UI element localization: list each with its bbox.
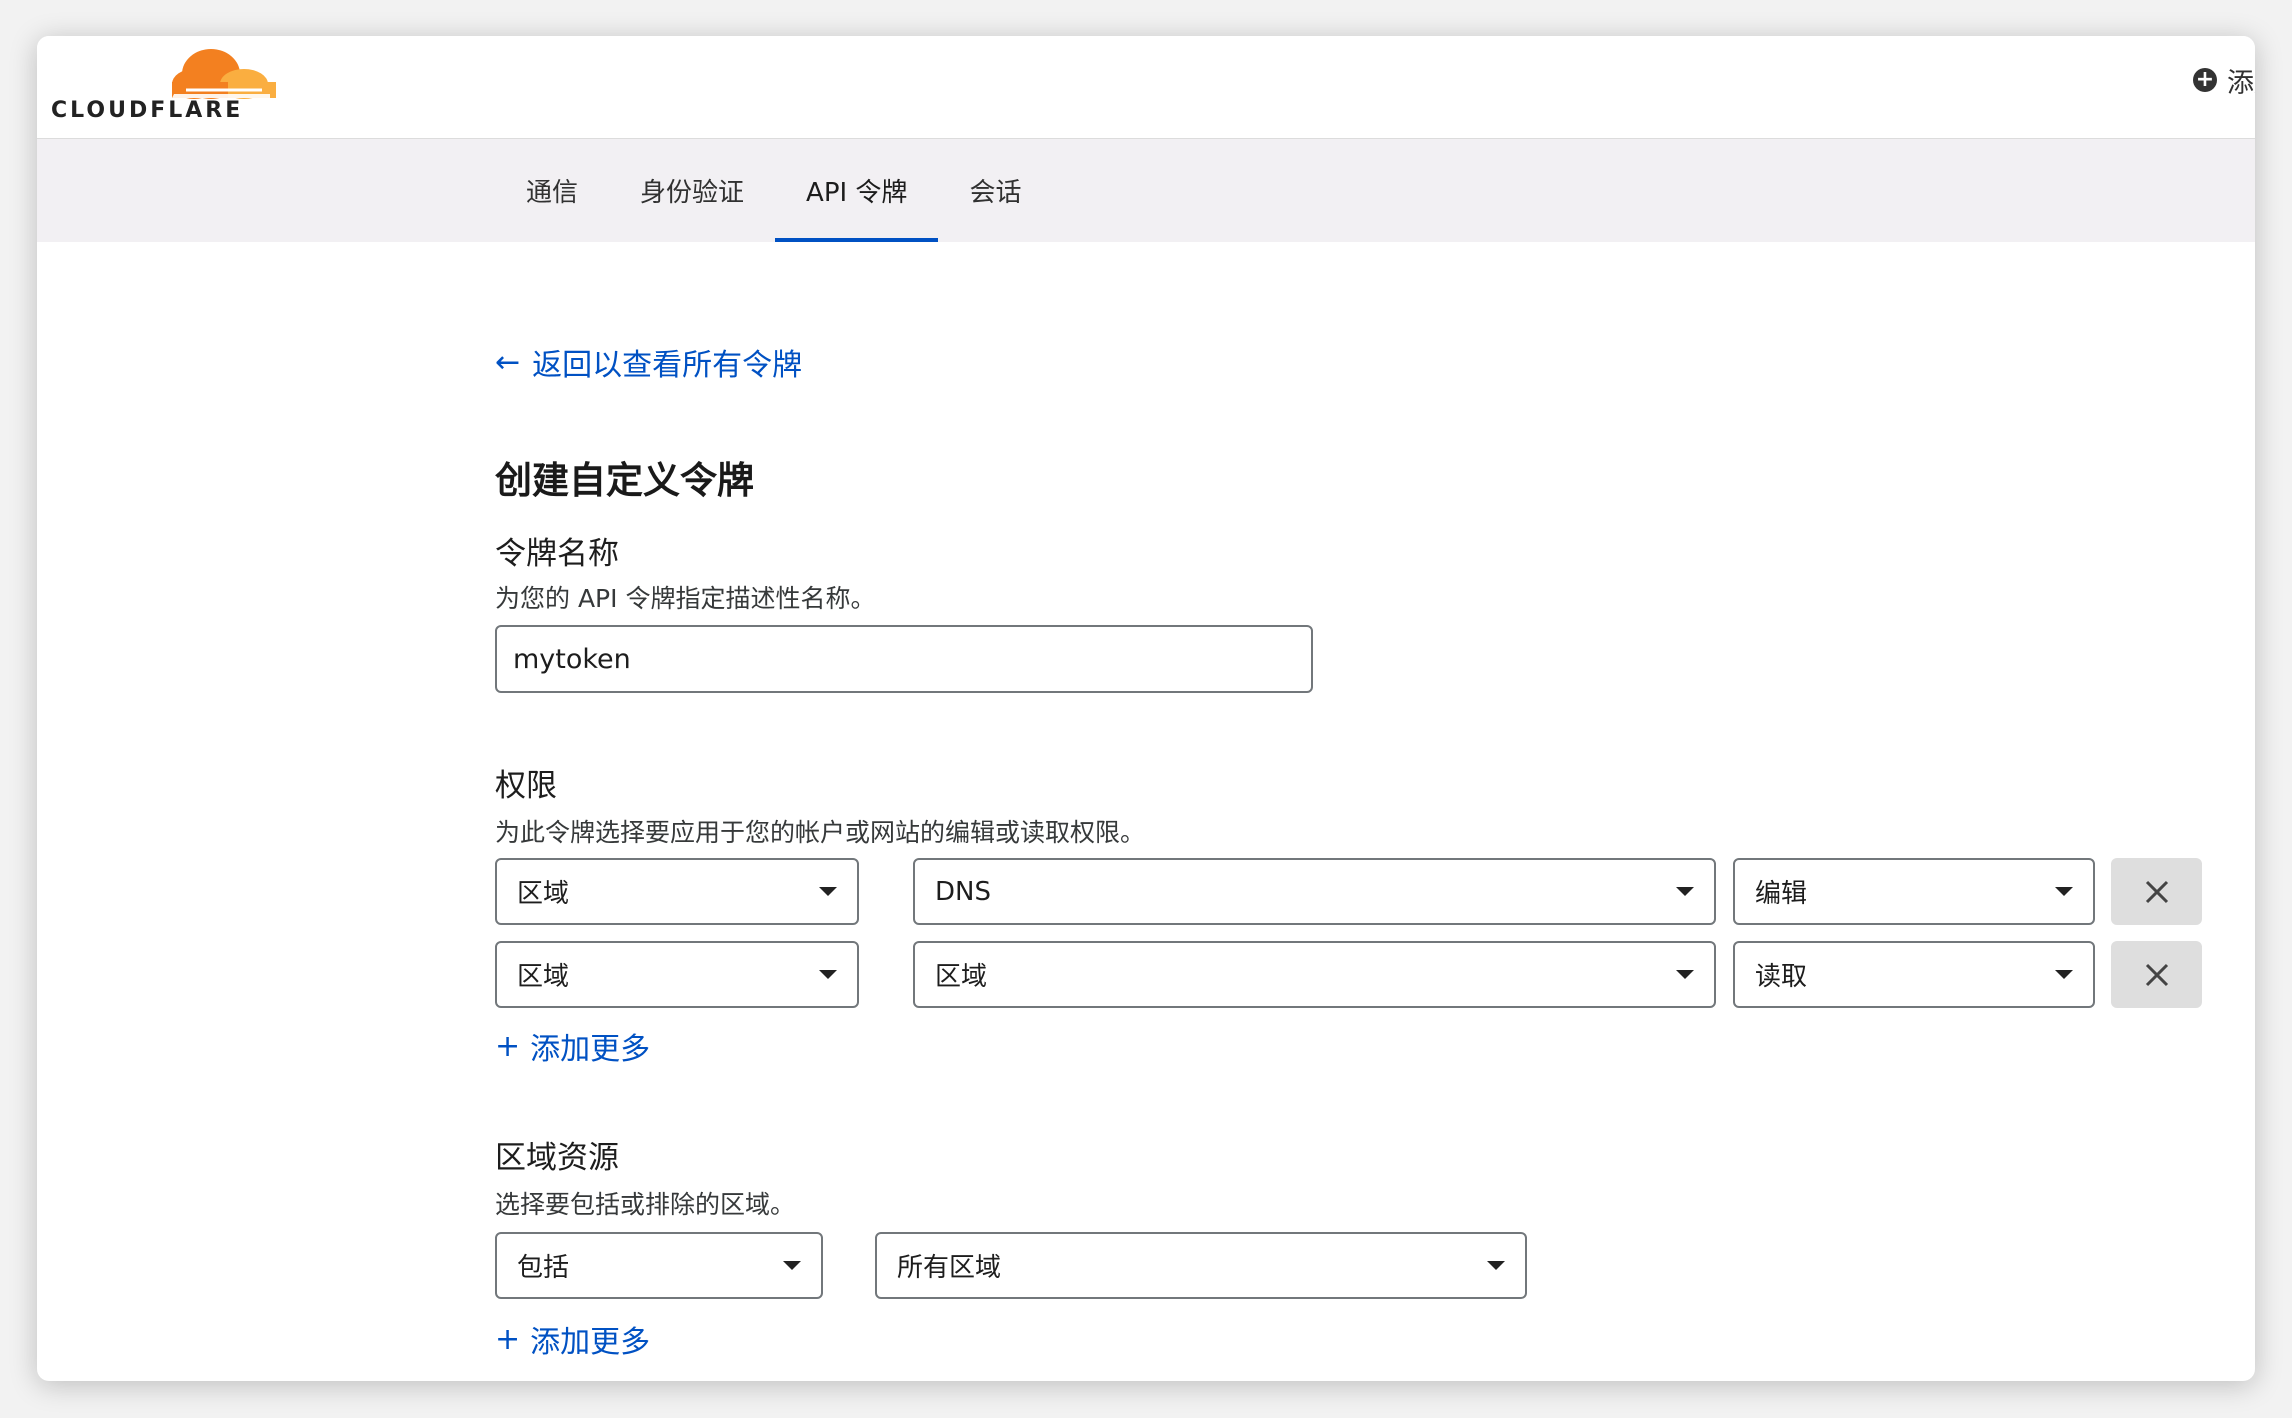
back-link-label: 返回以查看所有令牌 [532,348,803,383]
zone-resources-label: 区域资源 [495,1140,619,1176]
caret-down-icon [1487,1261,1505,1270]
cloudflare-logo[interactable]: CLOUDFLARE [51,40,281,132]
caret-down-icon [2055,887,2073,896]
permission-resource-select-2[interactable]: 区域 [913,941,1716,1008]
tab-api-tokens[interactable]: API 令牌 [775,139,939,242]
permission-resource-select-1[interactable]: DNS [913,858,1716,925]
tab-label: 身份验证 [640,178,745,208]
select-value: DNS [935,876,991,907]
permission-scope-select-1[interactable]: 区域 [495,858,859,925]
top-bar: CLOUDFLARE + 添加站点 [37,36,2255,139]
add-more-zones-link[interactable]: + 添加更多 [495,1317,650,1361]
plus-icon: + [495,1028,521,1064]
caret-down-icon [819,970,837,979]
caret-down-icon [1676,887,1694,896]
plus-circle-icon: + [2193,68,2217,92]
select-value: 所有区域 [897,1253,1002,1283]
caret-down-icon [1676,970,1694,979]
tab-label: API 令牌 [806,178,908,208]
permission-access-select-2[interactable]: 读取 [1733,941,2095,1008]
select-value: 包括 [517,1253,570,1283]
arrow-left-icon: ← [495,344,521,380]
tab-list: 通信 身份验证 API 令牌 会话 [495,139,1052,242]
main-content: ← 返回以查看所有令牌 创建自定义令牌 令牌名称 为您的 API 令牌指定描述性… [495,242,2202,1372]
select-value: 区域 [517,879,570,909]
token-name-input[interactable] [495,625,1313,693]
tab-label: 会话 [969,178,1022,208]
caret-down-icon [783,1261,801,1270]
tab-authentication[interactable]: 身份验证 [609,139,775,242]
permissions-description: 为此令牌选择要应用于您的帐户或网站的编辑或读取权限。 [495,818,1146,847]
permissions-label: 权限 [495,768,557,804]
caret-down-icon [819,887,837,896]
browser-window: CLOUDFLARE + 添加站点 通信 身份验证 API 令牌 会话 ← 返回… [37,36,2255,1381]
tab-communication[interactable]: 通信 [495,139,609,242]
permission-access-select-1[interactable]: 编辑 [1733,858,2095,925]
cloudflare-cloud-icon [172,49,276,99]
zone-target-select[interactable]: 所有区域 [875,1232,1527,1299]
tab-label: 通信 [526,178,579,208]
profile-nav: 通信 身份验证 API 令牌 会话 [37,139,2255,242]
remove-permission-button-1[interactable] [2111,858,2202,925]
add-more-permissions-link[interactable]: + 添加更多 [495,1024,650,1068]
close-icon [2145,880,2168,903]
page-title: 创建自定义令牌 [495,459,754,502]
select-value: 编辑 [1755,879,1808,909]
add-more-label: 添加更多 [530,1325,651,1360]
add-more-label: 添加更多 [530,1032,651,1067]
add-site-label: 添加站点 [2227,67,2255,99]
select-value: 读取 [1755,962,1808,992]
tab-sessions[interactable]: 会话 [938,139,1052,242]
zone-resources-description: 选择要包括或排除的区域。 [495,1190,796,1219]
caret-down-icon [2055,970,2073,979]
plus-icon: + [495,1321,521,1357]
back-to-tokens-link[interactable]: ← 返回以查看所有令牌 [495,340,802,384]
remove-permission-button-2[interactable] [2111,941,2202,1008]
select-value: 区域 [517,962,570,992]
permission-scope-select-2[interactable]: 区域 [495,941,859,1008]
close-icon [2145,963,2168,986]
add-site-button[interactable]: + 添加站点 [2193,60,2255,100]
token-name-label: 令牌名称 [495,536,619,572]
select-value: 区域 [935,962,988,992]
token-name-description: 为您的 API 令牌指定描述性名称。 [495,584,876,613]
zone-include-select[interactable]: 包括 [495,1232,823,1299]
logo-wordmark: CLOUDFLARE [51,98,244,123]
